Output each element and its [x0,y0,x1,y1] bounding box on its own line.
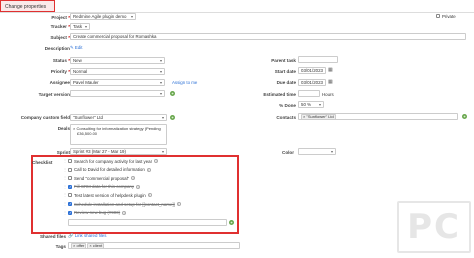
drag-handle-icon[interactable]: ⋮ [63,193,67,197]
due-date-label: Due date [276,80,296,85]
checklist-item-checkbox[interactable] [68,159,72,163]
link-shared-files-link[interactable]: 🔗 Link shared files [68,233,106,239]
checklist-item-info-icon[interactable]: i [122,210,127,215]
checklist-item-checkbox[interactable] [68,176,72,181]
checklist-item-checkbox[interactable] [68,167,72,172]
estimated-time-label: Estimated time [263,92,296,97]
description-edit-link[interactable]: ✎ Edit [70,45,82,51]
checklist-item-text[interactable]: Test latest version of helpdesk plugin [74,193,146,198]
checklist-item-checkbox[interactable] [68,202,72,206]
project-select[interactable]: Redmine Agile plugin demo [70,13,136,20]
calendar-icon[interactable]: ▦ [328,67,333,73]
checklist-item-info-icon[interactable]: i [176,202,181,206]
checklist-item-info-icon[interactable]: i [136,184,141,189]
tracker-select[interactable]: Task [70,23,90,30]
drag-handle-icon[interactable]: ⋮ [63,202,67,206]
project-label: Project * [51,15,70,20]
tag-item[interactable]: × offer [71,243,87,248]
deal-amount: £36,500.00 [77,131,98,136]
calendar-icon[interactable]: ▦ [328,79,333,85]
assign-to-me-link[interactable]: Assign to me [172,80,197,85]
checklist-item-text[interactable]: Fill CRM data for this company [74,184,134,189]
priority-label: Priority * [50,69,70,74]
status-label: Status * [52,58,70,63]
tracker-label: Tracker * [50,24,70,29]
drag-handle-icon[interactable]: ⋮ [63,167,67,172]
drag-handle-icon[interactable]: ⋮ [63,210,67,215]
header-title: Change properties [5,4,47,10]
tags-label: Tags [55,244,66,249]
checklist-item-text[interactable]: Send "commercial proposal" [74,176,129,181]
checklist-item-text[interactable]: Call to David for detailed information [74,167,145,172]
color-select[interactable] [298,148,336,155]
tag-item[interactable]: × client [87,243,105,248]
add-company-icon[interactable]: + [170,115,175,120]
done-select[interactable]: 50 % [298,101,324,108]
priority-select[interactable]: Normal [70,68,165,75]
tags-input[interactable]: × offer × client [68,242,240,249]
private-label: Private [442,14,456,19]
add-contact-icon[interactable]: + [462,114,467,119]
color-label: Color [282,150,294,155]
checklist-item-checkbox[interactable] [68,184,72,189]
contacts-input[interactable]: × "Sunflower" Ltd [298,113,458,120]
change-properties-header[interactable]: Change properties [0,0,55,12]
add-checklist-item-icon[interactable]: + [229,220,234,225]
company-select[interactable]: "Sunflower" Ltd [70,114,167,121]
checklist-label: Checklist [32,160,53,165]
contact-tag[interactable]: × "Sunflower" Ltd [301,114,336,119]
description-label: Description [44,46,70,51]
status-select[interactable]: New [70,57,165,64]
target-version-label: Target version [38,92,70,97]
checklist-item-checkbox[interactable] [68,193,72,198]
estimated-time-input[interactable] [298,90,320,97]
drag-handle-icon[interactable]: ⋮ [63,159,67,163]
assignee-label: Assignee [49,80,70,85]
checklist-item-info-icon[interactable]: i [146,167,151,172]
contacts-label: Contacts [276,115,296,120]
drag-handle-icon[interactable]: ⋮ [63,176,67,180]
shared-files-label: Shared files [39,234,66,239]
company-field-label: Company custom field [20,115,70,120]
drag-handle-icon[interactable]: ⋮ [63,184,67,189]
private-checkbox[interactable] [436,14,440,18]
subject-input[interactable]: Create commercial proposal for Romashka [70,33,466,40]
start-date-label: Start date [274,69,296,74]
deals-label: Deals [57,126,70,131]
due-date-input[interactable]: 03/01/2023 [298,79,326,86]
checklist-item-text[interactable]: Schedule installation and setup for [[co… [74,202,175,207]
checklist-item-checkbox[interactable] [68,210,72,215]
checklist-new-item-input[interactable] [68,219,227,226]
checklist-item-text[interactable]: Review new bug (#900) [74,210,120,215]
pc-watermark-logo: PC [397,201,471,253]
sprint-select[interactable]: Sprint #3 (Mar 27 - Mar 19) [70,148,167,155]
add-version-icon[interactable]: + [170,91,175,96]
deals-box[interactable]: × Consulting for informatization strateg… [70,124,167,145]
hours-unit: Hours [322,92,334,97]
done-label: % Done [279,103,296,108]
start-date-input[interactable]: 03/01/2023 [298,67,326,74]
parent-task-label: Parent task [271,58,296,63]
target-version-select[interactable] [70,90,165,97]
assignee-select[interactable]: Pavel Mauler [70,79,165,86]
checklist-item-text[interactable]: Search for company activity for last yea… [74,159,152,164]
subject-label: Subject * [50,35,70,40]
parent-task-input[interactable] [298,56,338,63]
